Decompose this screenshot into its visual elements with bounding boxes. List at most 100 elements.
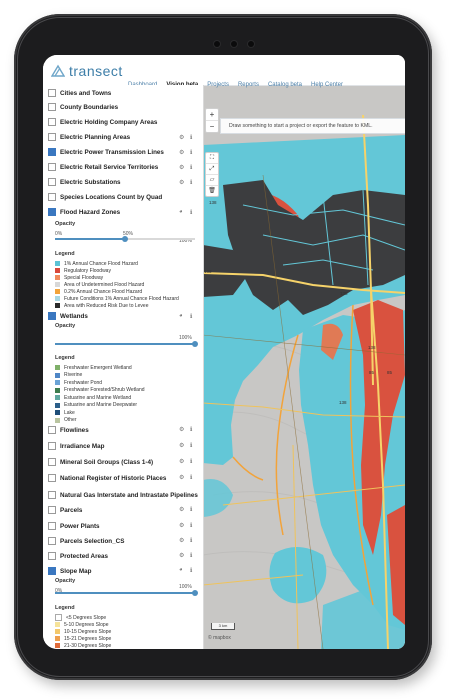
layer-checkbox[interactable] xyxy=(48,506,56,514)
layer-item[interactable]: Electric Substations xyxy=(48,176,121,188)
layer-checkbox[interactable] xyxy=(48,118,56,126)
fullscreen-icon[interactable]: ⛶ xyxy=(206,153,218,164)
highway-label: 85 xyxy=(369,370,375,375)
gear-icon[interactable]: ⚙ xyxy=(179,552,184,559)
opacity-slider-handle[interactable] xyxy=(122,236,128,242)
layer-checkbox[interactable] xyxy=(48,458,56,466)
layer-item[interactable]: Electric Planning Areas xyxy=(48,131,130,143)
gear-icon[interactable]: ⚙ xyxy=(179,179,184,186)
layer-checkbox[interactable] xyxy=(48,103,56,111)
gear-icon[interactable]: ⚙ xyxy=(179,522,184,529)
layer-item[interactable]: Mineral Soil Groups (Class 1-4) xyxy=(48,456,153,468)
layer-checkbox[interactable] xyxy=(48,426,56,434)
gear-icon[interactable]: ⚙ xyxy=(179,164,184,171)
layer-item[interactable]: Natural Gas Interstate and Intrastate Pi… xyxy=(48,489,198,501)
info-icon[interactable]: ℹ xyxy=(190,442,192,449)
layer-checkbox[interactable] xyxy=(48,522,56,530)
layer-checkbox[interactable] xyxy=(48,133,56,141)
info-icon[interactable]: ℹ xyxy=(190,134,192,141)
legend-label: Freshwater Forested/Shrub Wetland xyxy=(64,387,145,393)
layer-checkbox[interactable] xyxy=(48,163,56,171)
layer-item[interactable]: Power Plants xyxy=(48,520,100,532)
info-icon[interactable]: ℹ xyxy=(190,567,192,574)
info-icon[interactable]: ℹ xyxy=(190,179,192,186)
layer-item[interactable]: Electric Retail Service Territories xyxy=(48,161,158,173)
gear-icon[interactable]: ⚙ xyxy=(179,426,184,433)
layer-checkbox[interactable] xyxy=(48,474,56,482)
layer-item[interactable]: Cities and Towns xyxy=(48,87,111,99)
info-icon[interactable]: ℹ xyxy=(190,458,192,465)
gear-icon[interactable]: ⚙ xyxy=(179,442,184,449)
layer-item[interactable]: Slope Map xyxy=(48,565,92,577)
layer-item[interactable]: Parcels Selection_CS xyxy=(48,535,124,547)
map-canvas[interactable] xyxy=(203,85,405,649)
layer-checkbox[interactable] xyxy=(48,567,56,575)
legend-swatch xyxy=(55,275,60,280)
layer-checkbox[interactable] xyxy=(48,89,56,97)
legend-item: Special Floodway xyxy=(55,274,103,281)
layer-item[interactable]: Irradiance Map xyxy=(48,440,104,452)
info-icon[interactable]: ℹ xyxy=(190,552,192,559)
info-icon[interactable]: ℹ xyxy=(190,164,192,171)
gear-icon[interactable]: ⚙ xyxy=(179,458,184,465)
layer-item[interactable]: Flood Hazard Zones xyxy=(48,206,120,218)
info-icon[interactable]: ℹ xyxy=(190,537,192,544)
info-icon[interactable]: ℹ xyxy=(190,474,192,481)
info-icon[interactable]: ℹ xyxy=(190,149,192,156)
info-icon[interactable]: ℹ xyxy=(190,313,192,320)
layer-item[interactable]: County Boundaries xyxy=(48,101,118,113)
nav-help-center[interactable]: Help Center xyxy=(311,82,343,90)
info-icon[interactable]: ℹ xyxy=(190,209,192,216)
layer-item[interactable]: Parcels xyxy=(48,504,82,516)
layer-checkbox[interactable] xyxy=(48,442,56,450)
gear-icon[interactable]: ⚙ xyxy=(179,134,184,141)
zoom-out-button[interactable]: − xyxy=(206,121,218,132)
info-icon[interactable]: ℹ xyxy=(190,522,192,529)
palette-icon[interactable]: ◕ xyxy=(179,567,183,573)
layer-checkbox[interactable] xyxy=(48,148,56,156)
layer-checkbox[interactable] xyxy=(48,193,56,201)
layer-checkbox[interactable] xyxy=(48,178,56,186)
layer-item[interactable]: Electric Holding Company Areas xyxy=(48,116,157,128)
layer-label: Wetlands xyxy=(60,312,88,320)
layer-item[interactable]: Species Locations Count by Quad xyxy=(48,191,162,203)
layer-checkbox[interactable] xyxy=(48,537,56,545)
layer-checkbox[interactable] xyxy=(48,491,56,499)
draw-polygon-icon[interactable]: ▱ xyxy=(206,175,218,186)
legend-swatch xyxy=(55,261,60,266)
info-icon[interactable]: ℹ xyxy=(190,506,192,513)
layer-item[interactable]: Wetlands xyxy=(48,310,88,322)
map-view[interactable]: 138 138 138 85 138 85 138 xyxy=(203,85,405,649)
app-logo[interactable]: transect xyxy=(51,63,123,79)
opacity-slider-handle[interactable] xyxy=(192,590,198,596)
palette-icon[interactable]: ◕ xyxy=(179,313,183,319)
gear-icon[interactable]: ⚙ xyxy=(179,474,184,481)
nav-projects[interactable]: Projects xyxy=(207,82,229,90)
legend-item: <5 Degrees Slope xyxy=(55,614,106,621)
trash-icon[interactable]: 🗑 xyxy=(206,186,218,196)
layer-checkbox[interactable] xyxy=(48,312,56,320)
gear-icon[interactable]: ⚙ xyxy=(179,149,184,156)
nav-catalog[interactable]: Catalog beta xyxy=(268,82,302,90)
opacity-max: 100% xyxy=(179,335,192,341)
layer-item[interactable]: Flowlines xyxy=(48,424,89,436)
palette-icon[interactable]: ◕ xyxy=(179,209,183,215)
draw-toolbar: ⛶ ⤢ ▱ 🗑 xyxy=(205,152,219,197)
legend-item: Other xyxy=(55,417,77,424)
legend-label: 21-30 Degrees Slope xyxy=(64,642,112,649)
opacity-label: Opacity xyxy=(55,578,76,584)
legend-swatch xyxy=(55,417,60,423)
opacity-slider-handle[interactable] xyxy=(192,341,198,347)
gear-icon[interactable]: ⚙ xyxy=(179,537,184,544)
layer-checkbox[interactable] xyxy=(48,208,56,216)
layer-item[interactable]: Electric Power Transmission Lines xyxy=(48,146,164,158)
layer-label: Slope Map xyxy=(60,567,92,575)
layer-item[interactable]: National Register of Historic Places xyxy=(48,472,166,484)
draw-line-icon[interactable]: ⤢ xyxy=(206,164,218,175)
nav-reports[interactable]: Reports xyxy=(238,82,259,90)
layer-item[interactable]: Protected Areas xyxy=(48,550,108,562)
gear-icon[interactable]: ⚙ xyxy=(179,506,184,513)
zoom-in-button[interactable]: + xyxy=(206,109,218,121)
info-icon[interactable]: ℹ xyxy=(190,426,192,433)
layer-checkbox[interactable] xyxy=(48,552,56,560)
